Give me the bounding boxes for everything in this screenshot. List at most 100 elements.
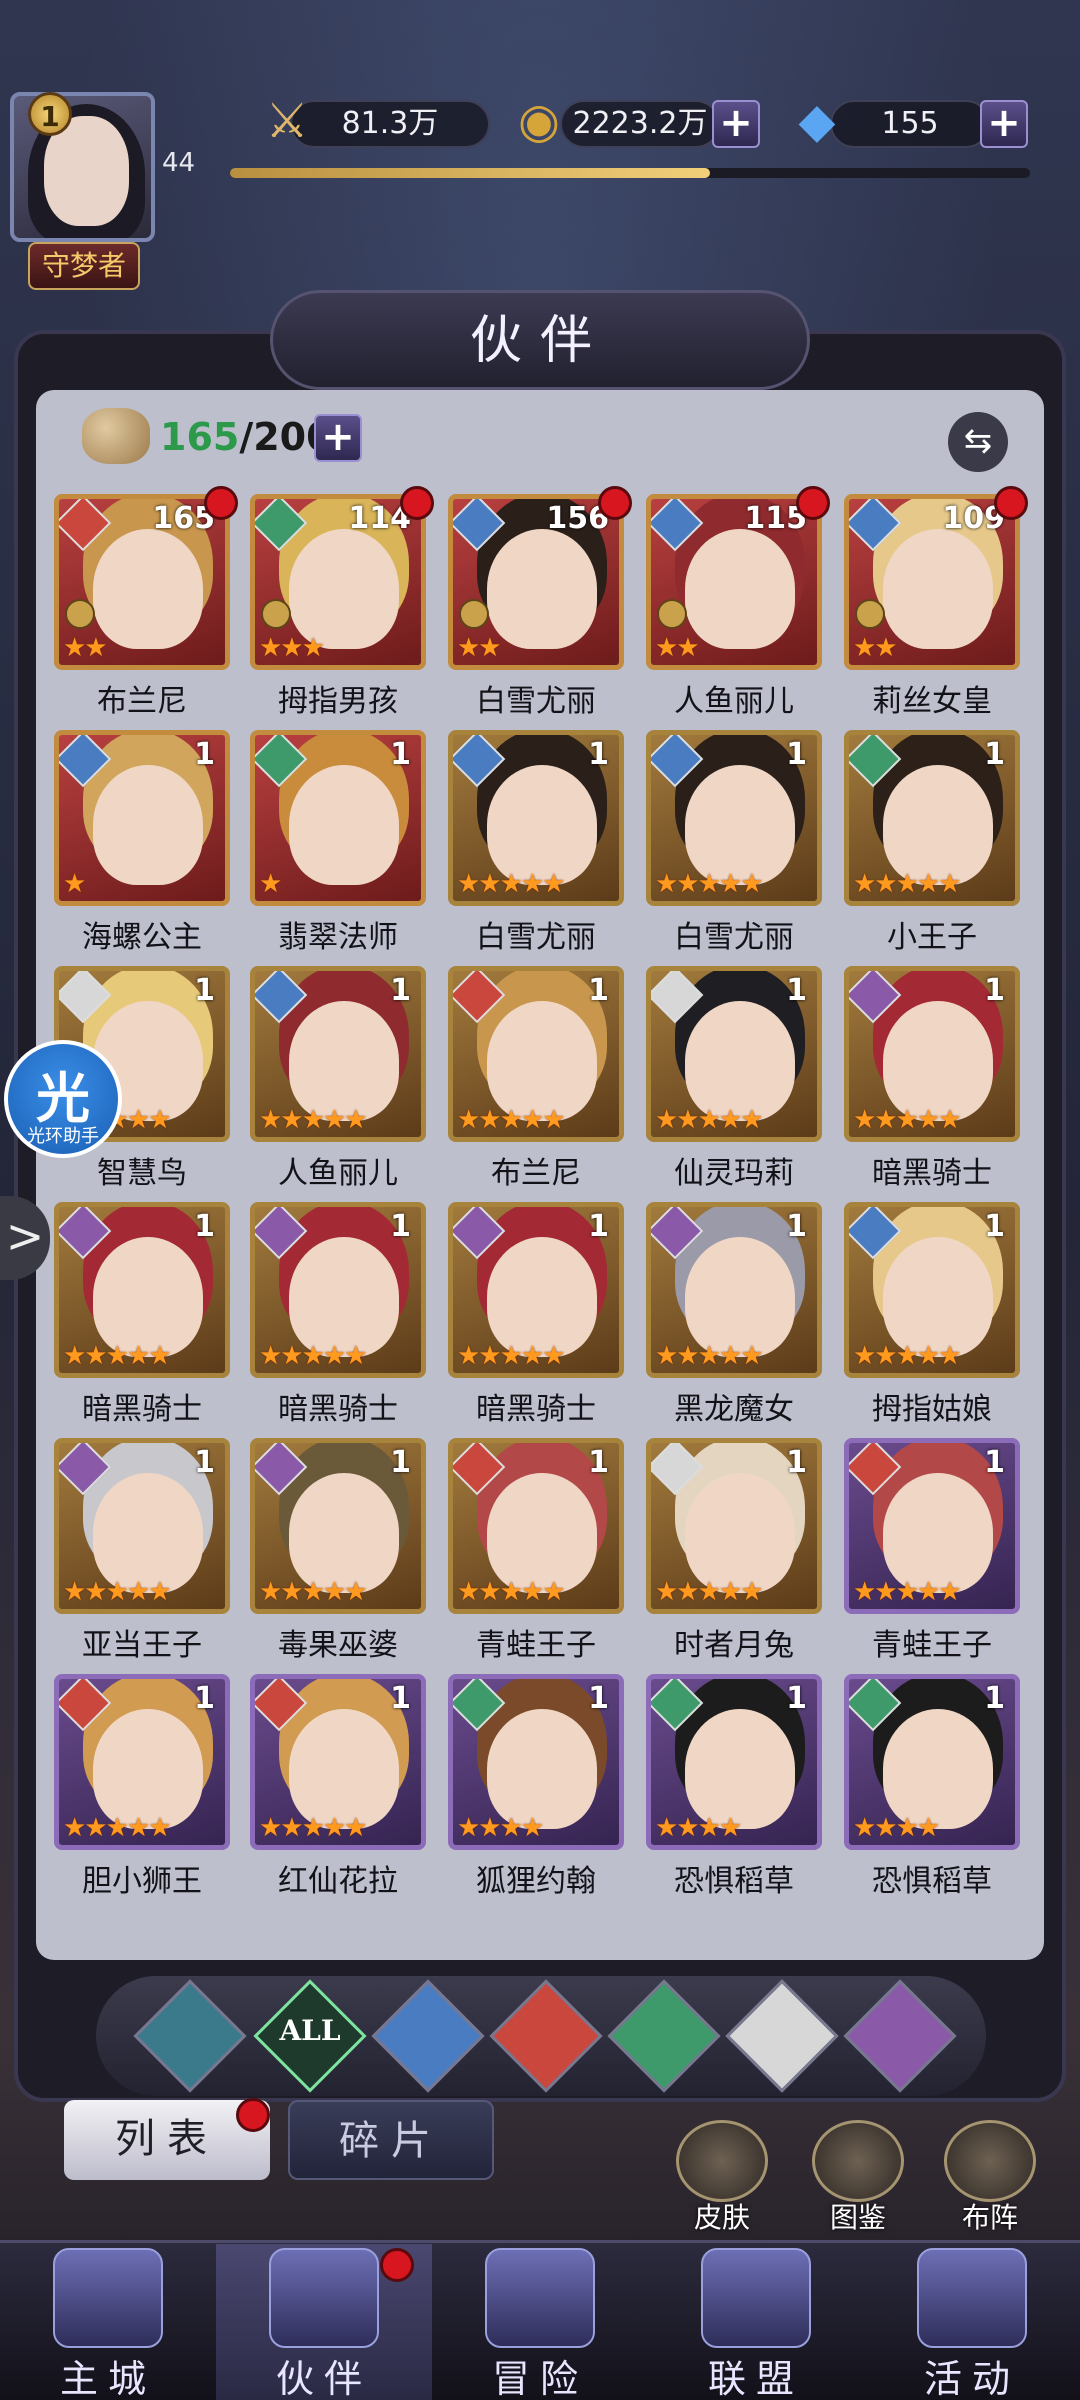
hero-level: 1 xyxy=(588,737,609,772)
element-icon xyxy=(255,1443,308,1496)
hero-card[interactable]: 1 ★★★★★ 亚当王子 xyxy=(54,1438,230,1663)
hero-name: 亚当王子 xyxy=(82,1628,202,1663)
hero-card[interactable]: 1 ★★★★★ 暗黑骑士 xyxy=(844,966,1020,1191)
nav-events[interactable]: 活动 xyxy=(864,2244,1080,2400)
hero-card[interactable]: 1 ★★★★ 恐惧稻草 xyxy=(646,1674,822,1899)
nav-alliance[interactable]: 联盟 xyxy=(648,2244,864,2400)
hero-portrait-frame: 115 ★★ xyxy=(646,494,822,670)
hero-portrait xyxy=(93,1237,203,1357)
hero-stars: ★★★★★ xyxy=(853,1105,962,1135)
hero-card[interactable]: 1 ★★★★★ 时者月兔 xyxy=(646,1438,822,1663)
hero-stars: ★★★★★ xyxy=(63,1813,172,1843)
hero-portrait-frame: 1 ★★★★★ xyxy=(54,1202,230,1378)
filter-label: ALL xyxy=(279,2014,341,2047)
hero-stars: ★★★★★ xyxy=(853,869,962,899)
skin-icon xyxy=(676,2120,768,2202)
hero-level: 1 xyxy=(786,737,807,772)
hero-portrait xyxy=(289,1237,399,1357)
sort-toggle-button[interactable]: ⇆ xyxy=(948,412,1008,472)
hero-card[interactable]: 1 ★★★★ 狐狸约翰 xyxy=(448,1674,624,1899)
tab-fragments[interactable]: 碎片 xyxy=(288,2100,494,2180)
exp-bar xyxy=(230,168,1030,178)
hero-card[interactable]: 1 ★★★★★ 青蛙王子 xyxy=(448,1438,624,1663)
hero-portrait-frame: 109 ★★ xyxy=(844,494,1020,670)
hero-stars: ★★★★★ xyxy=(655,869,764,899)
hero-portrait xyxy=(487,1001,597,1121)
hero-card[interactable]: 1 ★★★★★ 青蛙王子 xyxy=(844,1438,1020,1663)
hero-card[interactable]: 1 ★★★★★ 暗黑骑士 xyxy=(250,1202,426,1427)
hero-card[interactable]: 1 ★★★★★ 暗黑骑士 xyxy=(54,1202,230,1427)
skin-button[interactable]: 皮肤 xyxy=(672,2120,772,2234)
hero-portrait-frame: 1 ★★★★ xyxy=(448,1674,624,1850)
hero-card[interactable]: 115 ★★ 人鱼丽儿 xyxy=(646,486,830,719)
hero-card[interactable]: 1 ★★★★★ 白雪尤丽 xyxy=(646,730,822,955)
hero-card[interactable]: 1 ★★★★★ 黑龙魔女 xyxy=(646,1202,822,1427)
hero-portrait xyxy=(487,1709,597,1829)
hero-card[interactable]: 1 ★ 海螺公主 xyxy=(54,730,230,955)
rank-icon xyxy=(261,599,291,629)
hero-portrait-frame: 1 ★★★★★ xyxy=(448,1438,624,1614)
hero-portrait-frame: 165 ★★ xyxy=(54,494,230,670)
element-icon xyxy=(59,735,112,788)
hero-portrait-frame: 1 ★★★★★ xyxy=(250,1438,426,1614)
hero-portrait xyxy=(289,529,399,649)
hero-card[interactable]: 114 ★★★ 拇指男孩 xyxy=(250,486,434,719)
element-icon xyxy=(651,971,704,1024)
hero-card[interactable]: 1 ★ 翡翠法师 xyxy=(250,730,426,955)
hero-portrait-frame: 1 ★★★★★ xyxy=(844,1438,1020,1614)
hero-card[interactable]: 1 ★★★★★ 白雪尤丽 xyxy=(448,730,624,955)
element-icon xyxy=(453,1443,506,1496)
hero-card[interactable]: 1 ★★★★★ 小王子 xyxy=(844,730,1020,955)
hero-level: 1 xyxy=(984,1209,1005,1244)
roster-icon xyxy=(82,408,150,464)
gold-coin-icon: ◉ xyxy=(518,93,560,149)
hero-portrait xyxy=(883,529,993,649)
hero-name: 胆小狮王 xyxy=(82,1864,202,1899)
rank-icon xyxy=(459,599,489,629)
nav-adventure[interactable]: 冒险 xyxy=(432,2244,648,2400)
hero-portrait-frame: 1 ★★★★★ xyxy=(448,1202,624,1378)
hero-stars: ★★★★ xyxy=(457,1813,544,1843)
hero-portrait xyxy=(883,1237,993,1357)
assistant-float-button[interactable]: 光 光环助手 xyxy=(4,1040,122,1158)
hero-card[interactable]: 1 ★★★★ 恐惧稻草 xyxy=(844,1674,1020,1899)
hero-card[interactable]: 1 ★★★★★ 人鱼丽儿 xyxy=(250,966,426,1191)
hero-card[interactable]: 109 ★★ 莉丝女皇 xyxy=(844,486,1028,719)
player-level-badge: 1 xyxy=(28,92,72,136)
element-icon xyxy=(59,971,112,1024)
hero-portrait xyxy=(487,765,597,885)
sword-icon: ⚔ xyxy=(265,93,309,149)
hero-portrait xyxy=(685,1237,795,1357)
hero-card[interactable]: 1 ★★★★★ 红仙花拉 xyxy=(250,1674,426,1899)
gold-display: 2223.2万 xyxy=(560,100,720,148)
hero-level: 1 xyxy=(588,1681,609,1716)
hero-card[interactable]: 1 ★★★★★ 胆小狮王 xyxy=(54,1674,230,1899)
player-title-badge[interactable]: 守梦者 xyxy=(28,242,140,290)
player-exp-level: 44 xyxy=(162,148,196,178)
hero-stars: ★★★★ xyxy=(655,1813,742,1843)
hero-card[interactable]: 1 ★★★★★ 毒果巫婆 xyxy=(250,1438,426,1663)
formation-button[interactable]: 布阵 xyxy=(940,2120,1040,2234)
hero-card[interactable]: 165 ★★ 布兰尼 xyxy=(54,486,238,719)
hero-stars: ★★★★★ xyxy=(853,1341,962,1371)
hero-portrait xyxy=(685,1001,795,1121)
hero-level: 1 xyxy=(984,1445,1005,1480)
hero-card[interactable]: 1 ★★★★★ 暗黑骑士 xyxy=(448,1202,624,1427)
hero-card[interactable]: 1 ★★★★★ 布兰尼 xyxy=(448,966,624,1191)
hero-portrait-frame: 1 ★ xyxy=(54,730,230,906)
hero-stars: ★★ xyxy=(63,633,108,663)
add-gold-button[interactable]: + xyxy=(712,100,760,148)
hero-card[interactable]: 1 ★★★★★ 仙灵玛莉 xyxy=(646,966,822,1191)
element-icon xyxy=(849,1207,902,1260)
hero-name: 人鱼丽儿 xyxy=(674,684,794,719)
nav-main-city[interactable]: 主城 xyxy=(0,2244,216,2400)
hero-card[interactable]: 1 ★★★★★ 拇指姑娘 xyxy=(844,1202,1020,1427)
add-diamond-button[interactable]: + xyxy=(980,100,1028,148)
hero-card[interactable]: 156 ★★ 白雪尤丽 xyxy=(448,486,632,719)
element-icon xyxy=(255,735,308,788)
hero-name: 仙灵玛莉 xyxy=(674,1156,794,1191)
codex-button[interactable]: 图鉴 xyxy=(808,2120,908,2234)
expand-roster-button[interactable]: + xyxy=(314,414,362,462)
hero-portrait-frame: 156 ★★ xyxy=(448,494,624,670)
hero-portrait xyxy=(289,1709,399,1829)
